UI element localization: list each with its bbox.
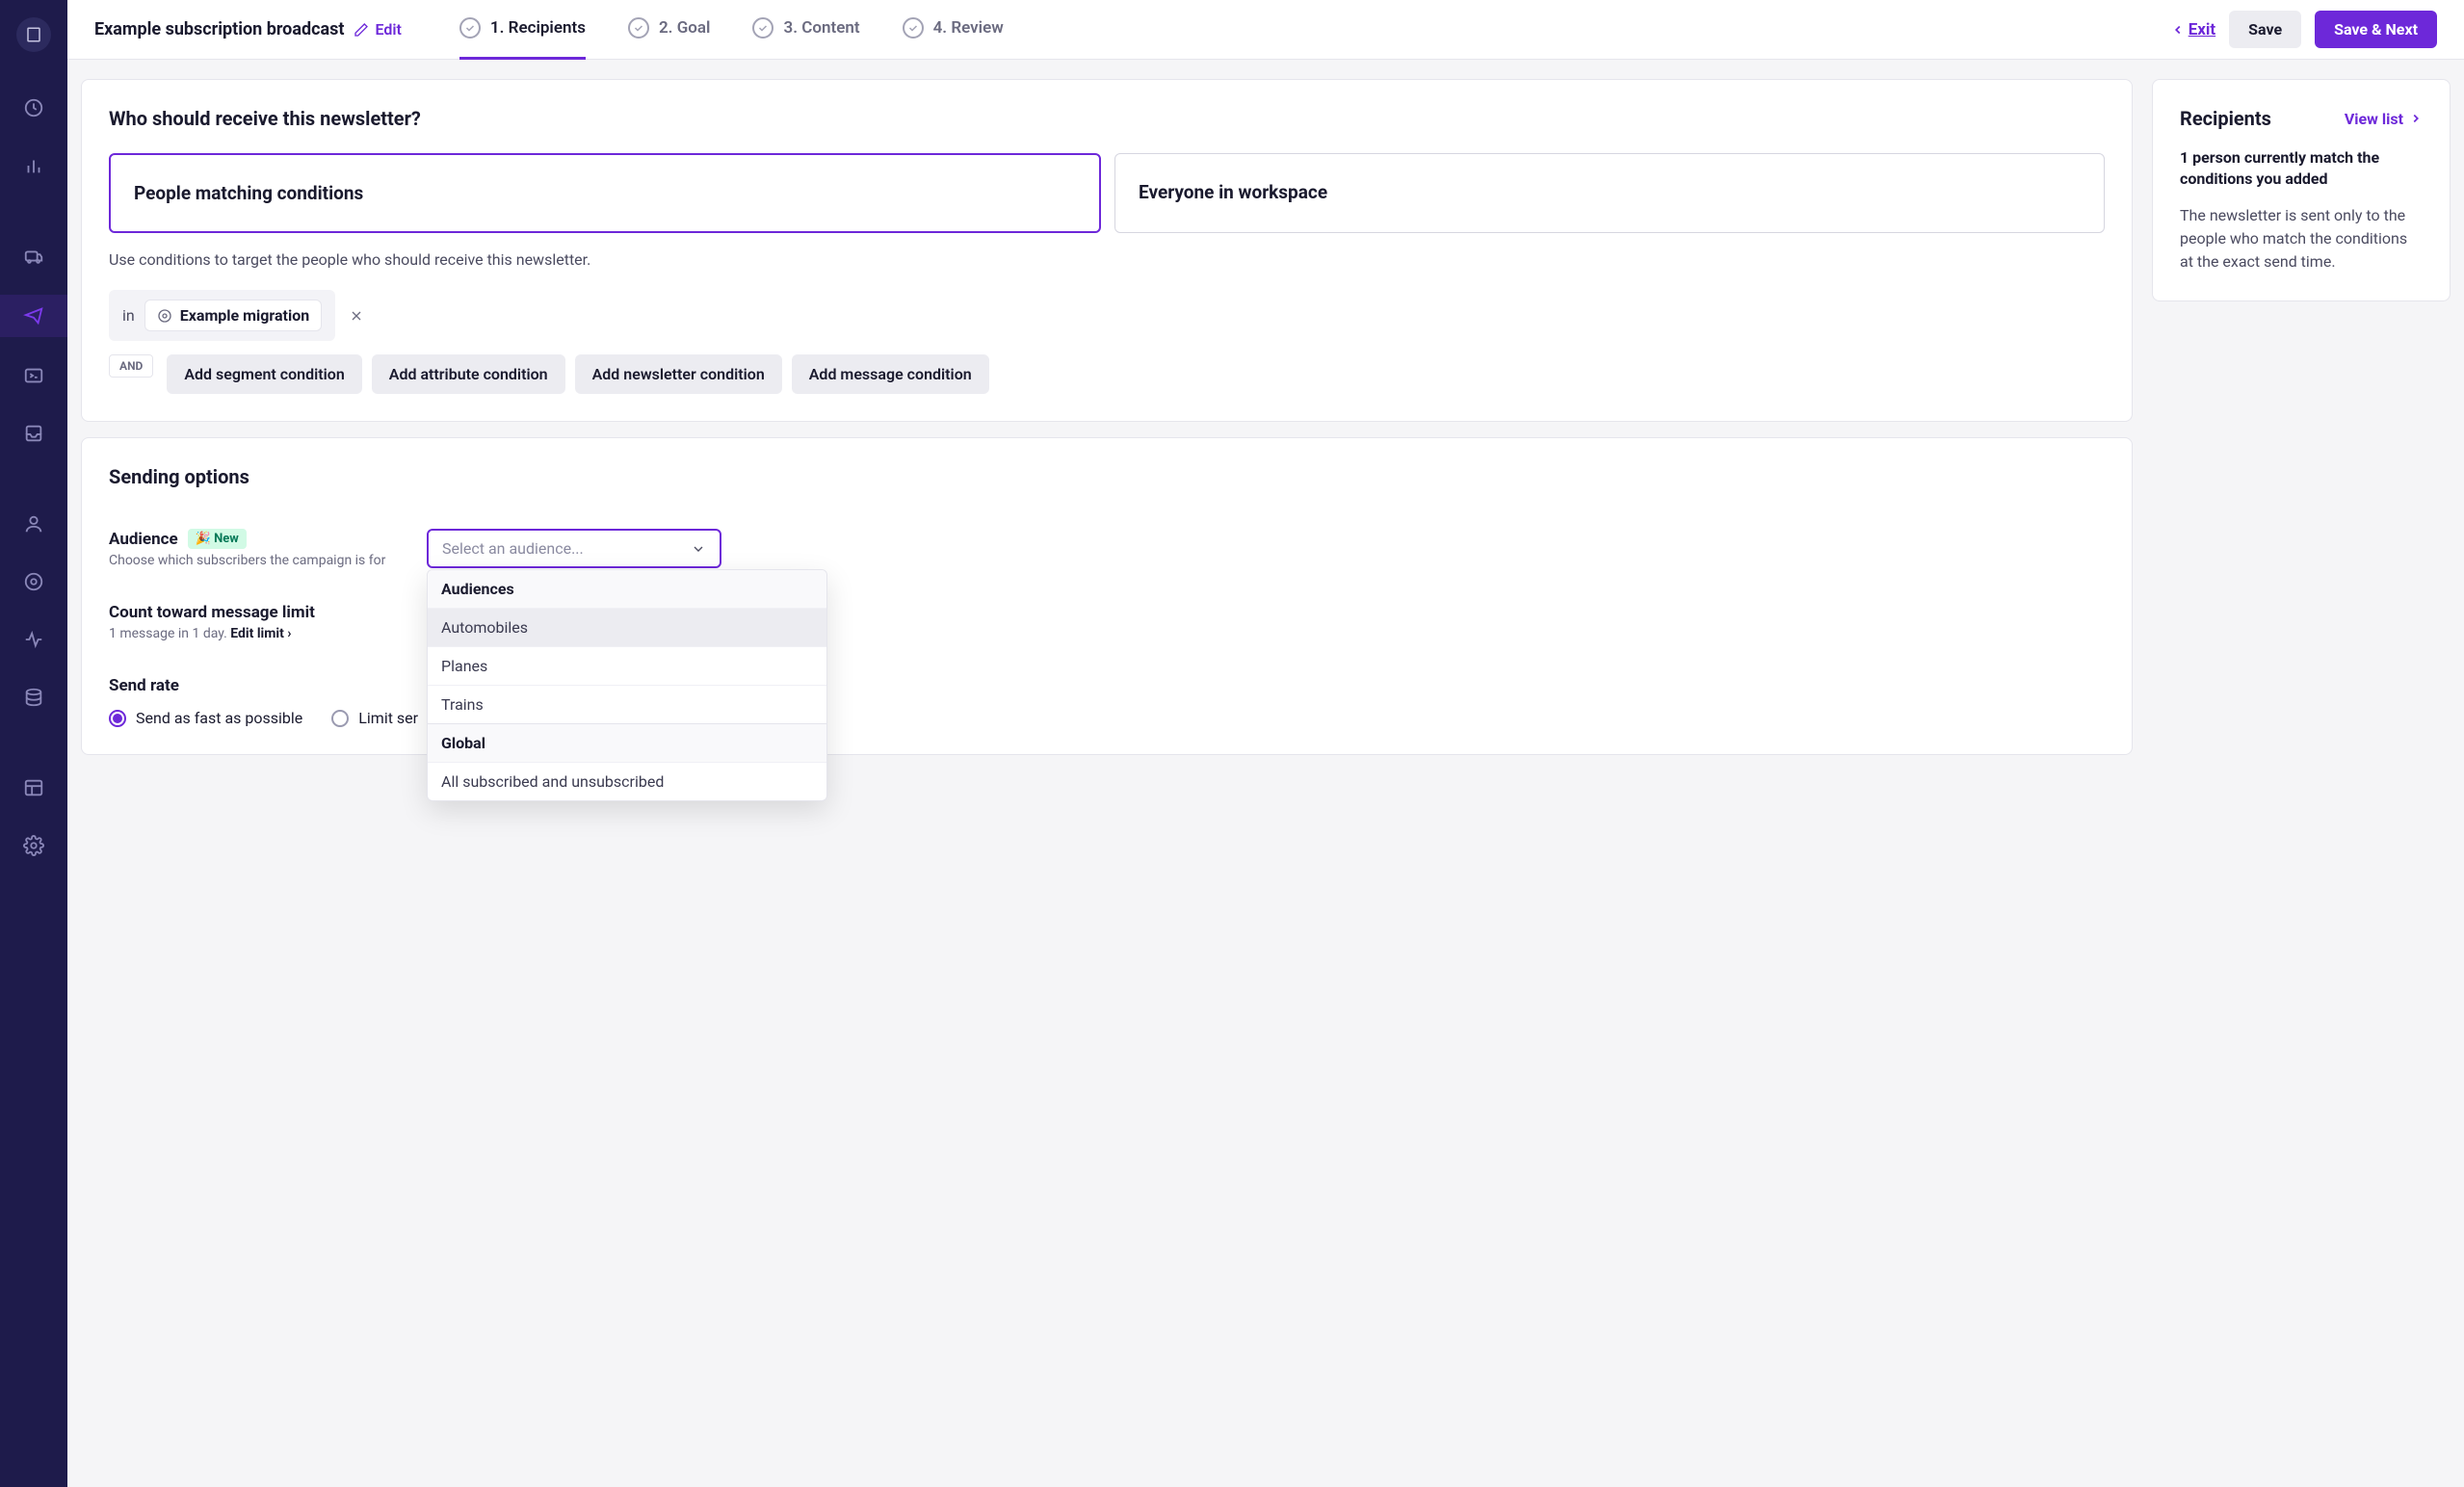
add-message-condition-button[interactable]: Add message condition <box>792 354 989 394</box>
chevron-left-icon <box>2171 23 2185 37</box>
edit-limit-link[interactable]: Edit limit › <box>230 626 291 641</box>
database-icon[interactable] <box>14 678 53 717</box>
dropdown-group-audiences: Audiences <box>428 570 826 608</box>
exit-label: Exit <box>2189 20 2215 39</box>
segment-condition-chip: in Example migration <box>109 290 335 341</box>
save-next-button[interactable]: Save & Next <box>2315 11 2437 48</box>
sending-options-card: Sending options Audience 🎉 New Choose wh… <box>81 437 2133 755</box>
chevron-down-icon <box>691 541 706 557</box>
radio-label: Send as fast as possible <box>136 709 302 727</box>
dropdown-group-global: Global <box>428 723 826 762</box>
view-list-label: View list <box>2345 110 2403 128</box>
remove-condition-button[interactable] <box>349 308 364 324</box>
sidebar <box>0 0 67 1487</box>
dropdown-item[interactable]: All subscribed and unsubscribed <box>428 762 826 800</box>
terminal-icon[interactable] <box>14 356 53 395</box>
add-newsletter-condition-button[interactable]: Add newsletter condition <box>575 354 782 394</box>
send-rate-label: Send rate <box>109 676 2105 695</box>
settings-icon[interactable] <box>14 826 53 865</box>
inbox-icon[interactable] <box>14 414 53 453</box>
check-circle-icon <box>752 17 773 39</box>
wizard-steps: 1. Recipients 2. Goal 3. Content 4. Revi… <box>459 0 2156 60</box>
delivery-icon[interactable] <box>14 237 53 275</box>
summary-title: Recipients <box>2180 107 2271 130</box>
topbar: Example subscription broadcast Edit 1. R… <box>67 0 2464 60</box>
send-rate-fast-radio[interactable]: Send as fast as possible <box>109 709 302 727</box>
pencil-icon <box>354 22 369 38</box>
summary-count: 1 person currently match the conditions … <box>2180 147 2423 191</box>
close-icon <box>349 308 364 324</box>
save-button[interactable]: Save <box>2229 11 2301 48</box>
step-label: 4. Review <box>933 18 1004 38</box>
workspace-logo[interactable] <box>16 17 51 52</box>
message-limit-sub: 1 message in 1 day. Edit limit › <box>109 626 388 641</box>
step-goal[interactable]: 2. Goal <box>628 0 711 60</box>
segment-icon <box>157 308 172 324</box>
edit-title-button[interactable]: Edit <box>354 20 401 39</box>
radio-label: Limit ser <box>358 709 418 727</box>
target-icon[interactable] <box>14 562 53 601</box>
audience-select[interactable]: Select an audience... <box>427 529 721 568</box>
radio-icon <box>109 710 126 727</box>
new-text: New <box>214 532 239 546</box>
recipients-card: Who should receive this newsletter? Peop… <box>81 79 2133 422</box>
radio-icon <box>331 710 349 727</box>
message-limit-label: Count toward message limit <box>109 603 388 622</box>
page-title: Example subscription broadcast <box>94 19 344 39</box>
view-list-link[interactable]: View list <box>2345 110 2423 128</box>
chevron-right-icon <box>2409 112 2423 125</box>
step-label: 1. Recipients <box>490 18 586 38</box>
send-rate-limit-radio[interactable]: Limit ser <box>331 709 418 727</box>
check-circle-icon <box>903 17 924 39</box>
step-content[interactable]: 3. Content <box>752 0 859 60</box>
audience-label-text: Audience <box>109 530 178 549</box>
dropdown-item[interactable]: Automobiles <box>428 608 826 646</box>
dashboard-icon[interactable] <box>14 89 53 127</box>
choice-everyone[interactable]: Everyone in workspace <box>1114 153 2105 233</box>
audience-sub: Choose which subscribers the campaign is… <box>109 553 388 568</box>
activity-icon[interactable] <box>14 620 53 659</box>
limit-sub-text: 1 message in 1 day. <box>109 626 230 641</box>
add-segment-condition-button[interactable]: Add segment condition <box>167 354 361 394</box>
step-review[interactable]: 4. Review <box>903 0 1004 60</box>
people-icon[interactable] <box>14 505 53 543</box>
audience-placeholder: Select an audience... <box>442 539 584 558</box>
sending-heading: Sending options <box>109 465 2105 488</box>
step-recipients[interactable]: 1. Recipients <box>459 0 586 60</box>
analytics-icon[interactable] <box>14 146 53 185</box>
step-label: 2. Goal <box>659 18 711 38</box>
audience-dropdown: Audiences Automobiles Planes Trains Glob… <box>427 569 827 801</box>
edit-label: Edit <box>375 20 401 39</box>
segment-pill[interactable]: Example migration <box>144 300 322 331</box>
recipients-heading: Who should receive this newsletter? <box>109 107 2105 130</box>
in-label: in <box>122 306 135 325</box>
exit-link[interactable]: Exit <box>2171 20 2215 39</box>
check-circle-icon <box>459 17 481 39</box>
and-badge: AND <box>109 354 153 378</box>
recipients-helper: Use conditions to target the people who … <box>109 250 2105 269</box>
audience-label: Audience 🎉 New <box>109 529 388 549</box>
add-attribute-condition-button[interactable]: Add attribute condition <box>372 354 565 394</box>
step-label: 3. Content <box>783 18 859 38</box>
edit-limit-text: Edit limit <box>230 626 284 641</box>
segment-name: Example migration <box>180 306 309 325</box>
summary-text: The newsletter is sent only to the peopl… <box>2180 204 2423 274</box>
choice-conditions[interactable]: People matching conditions <box>109 153 1101 233</box>
dropdown-item[interactable]: Planes <box>428 646 826 685</box>
layout-icon[interactable] <box>14 769 53 807</box>
broadcast-icon[interactable] <box>0 295 67 337</box>
check-circle-icon <box>628 17 649 39</box>
dropdown-item[interactable]: Trains <box>428 685 826 723</box>
new-badge: 🎉 New <box>188 529 247 549</box>
recipients-summary-card: Recipients View list 1 person currently … <box>2152 79 2451 301</box>
